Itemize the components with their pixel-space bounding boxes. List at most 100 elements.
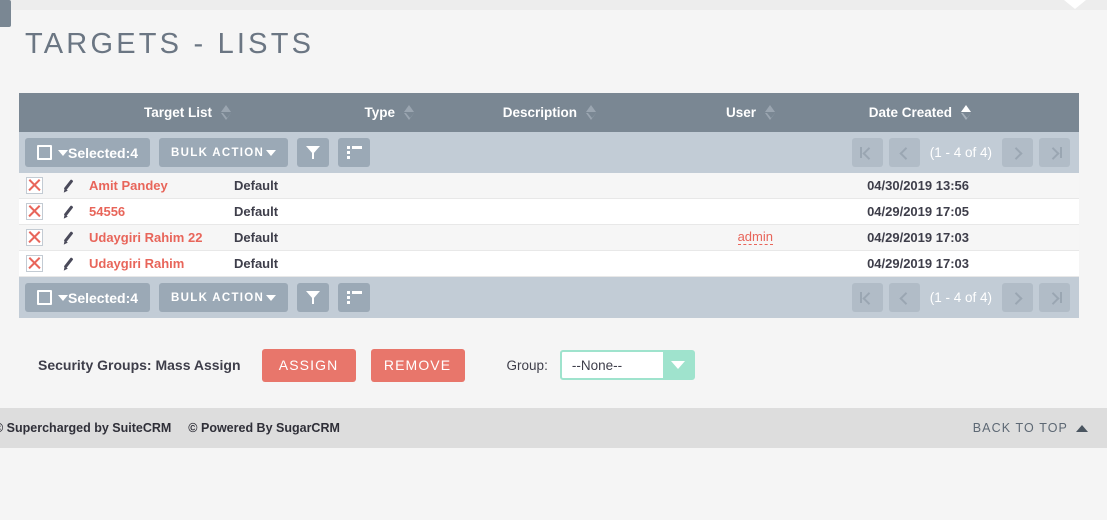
caret-up-icon [1076, 424, 1088, 432]
row-edit-cell[interactable] [49, 199, 89, 224]
next-page-button-bottom[interactable] [1002, 283, 1033, 312]
caret-down-icon [58, 294, 68, 301]
column-header-type[interactable]: Type [232, 104, 415, 121]
table-row[interactable]: Udaygiri Rahim 22 Default admin 04/29/20… [19, 225, 1079, 251]
selected-count-button[interactable]: Selected:4 [25, 138, 151, 167]
caret-down-icon[interactable] [662, 352, 693, 378]
column-chooser-button-bottom[interactable] [338, 283, 371, 312]
target-list-link[interactable]: Amit Pandey [89, 178, 168, 193]
row-select-cell[interactable] [19, 225, 49, 250]
target-list-link[interactable]: 54556 [89, 204, 125, 219]
funnel-filter-icon [305, 145, 321, 160]
bulk-action-label: BULK ACTION [171, 146, 265, 159]
list-view-container: Target List Type Description User Date C… [19, 93, 1079, 318]
caret-down-icon [266, 149, 277, 156]
filter-button-bottom[interactable] [297, 283, 330, 312]
date-created-value: 04/30/2019 13:56 [867, 178, 969, 193]
remove-button[interactable]: REMOVE [370, 348, 465, 382]
sort-icon[interactable] [586, 104, 597, 121]
sugarcrm-credit: © Powered By SugarCRM [188, 421, 340, 435]
last-page-button-bottom[interactable] [1039, 283, 1070, 312]
previous-page-icon [899, 146, 913, 160]
user-link[interactable]: admin [737, 230, 773, 245]
delete-x-icon[interactable] [25, 177, 43, 194]
caret-down-icon [266, 294, 277, 301]
checkbox-icon [37, 290, 52, 305]
sort-icon[interactable] [404, 104, 415, 121]
bulk-action-button-bottom[interactable]: BULK ACTION [159, 283, 289, 312]
row-tail [972, 199, 1079, 224]
column-header-date-created[interactable]: Date Created [776, 104, 972, 121]
row-select-cell[interactable] [19, 199, 49, 224]
pencil-edit-icon[interactable] [61, 230, 77, 246]
checkbox-icon [37, 145, 52, 160]
type-value: Default [234, 204, 279, 219]
filter-button[interactable] [297, 138, 330, 167]
previous-page-button[interactable] [888, 138, 920, 167]
target-list-link[interactable]: Udaygiri Rahim 22 [89, 230, 202, 245]
type-value: Default [234, 230, 279, 245]
column-header-label: Date Created [868, 105, 952, 120]
back-to-top-link[interactable]: BACK TO TOP [973, 421, 1088, 435]
sort-icon[interactable] [221, 104, 232, 121]
table-row[interactable]: Udaygiri Rahim Default 04/29/2019 17:03 [19, 251, 1079, 277]
row-edit-cell[interactable] [49, 251, 89, 276]
table-row[interactable]: Amit Pandey Default 04/30/2019 13:56 [19, 173, 1079, 199]
pencil-edit-icon[interactable] [61, 178, 77, 194]
delete-x-icon[interactable] [25, 203, 43, 220]
sort-icon[interactable] [765, 104, 776, 121]
selected-count-button-bottom[interactable]: Selected:4 [25, 283, 151, 312]
pagination-range-label: (1 - 4 of 4) [929, 145, 992, 160]
column-header-target-list[interactable]: Target List [89, 104, 232, 121]
type-value: Default [234, 178, 279, 193]
group-label: Group: [506, 357, 548, 373]
next-page-icon [1009, 146, 1023, 160]
row-select-cell[interactable] [19, 251, 49, 276]
delete-x-icon[interactable] [25, 255, 43, 272]
column-header-description[interactable]: Description [415, 104, 597, 121]
last-page-icon [1046, 291, 1060, 305]
table-row[interactable]: 54556 Default 04/29/2019 17:05 [19, 199, 1079, 225]
page-footer: © Supercharged by SuiteCRM © Powered By … [0, 408, 1107, 448]
assign-button[interactable]: ASSIGN [261, 348, 356, 382]
date-created-value: 04/29/2019 17:05 [867, 204, 969, 219]
caret-down-icon[interactable] [1064, 0, 1086, 9]
row-tail [972, 173, 1079, 198]
group-select-value: --None-- [571, 357, 623, 373]
group-select[interactable]: --None-- [559, 350, 695, 380]
column-header-label: Description [502, 105, 577, 120]
selected-count-label: Selected:4 [68, 289, 139, 306]
column-chooser-icon [346, 146, 362, 159]
column-header-user[interactable]: User [597, 104, 776, 121]
delete-x-icon[interactable] [25, 229, 43, 246]
action-toolbar-top: Selected:4 BULK ACTION (1 - 4 of 4) [19, 132, 1079, 173]
row-select-cell[interactable] [19, 173, 49, 198]
sidebar-toggle-handle[interactable] [0, 0, 11, 27]
next-page-button[interactable] [1002, 138, 1033, 167]
bulk-action-button[interactable]: BULK ACTION [159, 138, 289, 167]
caret-down-icon [58, 149, 68, 156]
top-strip [0, 0, 1107, 27]
row-tail [972, 225, 1079, 250]
last-page-button[interactable] [1039, 138, 1070, 167]
row-edit-cell[interactable] [49, 173, 89, 198]
first-page-button[interactable] [851, 138, 883, 167]
column-header-label: Target List [143, 105, 212, 120]
row-tail [972, 251, 1079, 276]
target-list-link[interactable]: Udaygiri Rahim [89, 256, 184, 271]
funnel-filter-icon [305, 290, 321, 305]
sort-icon-active[interactable] [961, 104, 972, 121]
mass-assign-panel: Security Groups: Mass Assign ASSIGN REMO… [0, 340, 1107, 390]
back-to-top-label: BACK TO TOP [972, 421, 1068, 435]
mass-assign-label: Security Groups: Mass Assign [38, 357, 241, 373]
type-value: Default [234, 256, 279, 271]
pencil-edit-icon[interactable] [61, 204, 77, 220]
pagination-top: (1 - 4 of 4) [849, 138, 1073, 167]
pagination-bottom: (1 - 4 of 4) [849, 283, 1073, 312]
row-edit-cell[interactable] [49, 225, 89, 250]
previous-page-icon [899, 291, 913, 305]
previous-page-button-bottom[interactable] [888, 283, 920, 312]
column-chooser-button[interactable] [338, 138, 371, 167]
pencil-edit-icon[interactable] [61, 256, 77, 272]
first-page-button-bottom[interactable] [851, 283, 883, 312]
